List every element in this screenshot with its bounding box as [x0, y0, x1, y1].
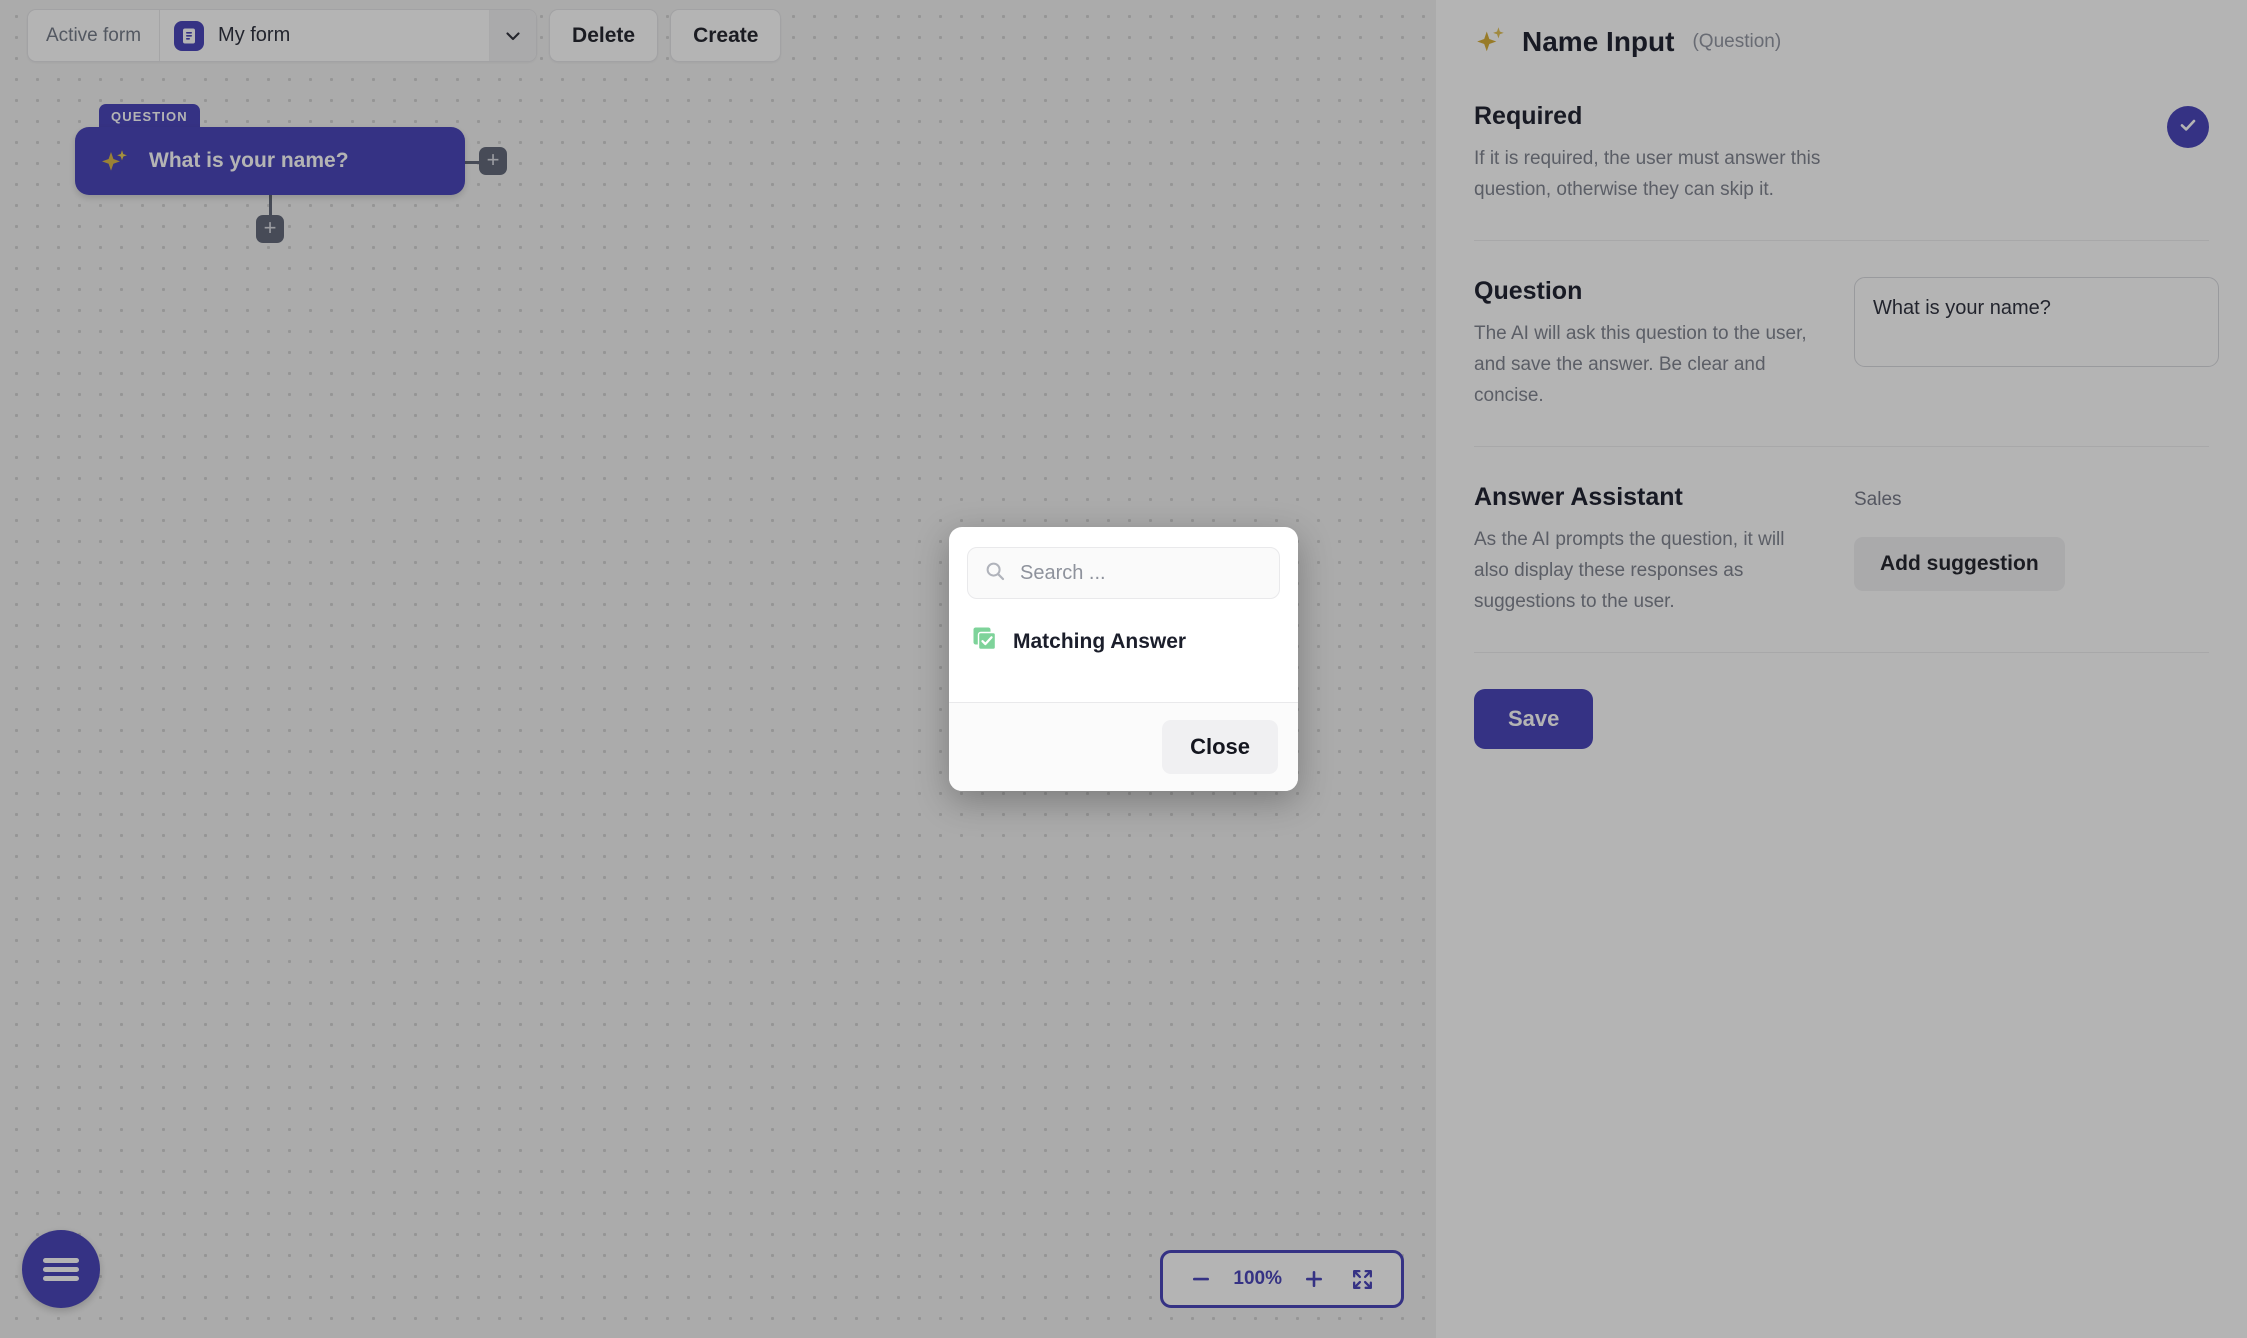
- magnifier-icon: [984, 560, 1006, 587]
- app-root: Active form My form: [0, 0, 2247, 1338]
- close-button[interactable]: Close: [1162, 720, 1278, 774]
- modal-footer: Close: [949, 702, 1298, 791]
- search-box[interactable]: [967, 547, 1280, 599]
- list-item[interactable]: Matching Answer: [967, 599, 1280, 680]
- modal-body: Matching Answer: [949, 527, 1298, 702]
- list-item-label: Matching Answer: [1013, 630, 1186, 654]
- green-check-square-icon: [971, 625, 999, 658]
- search-input[interactable]: [1018, 561, 1263, 586]
- search-modal: Matching Answer Close: [949, 527, 1298, 791]
